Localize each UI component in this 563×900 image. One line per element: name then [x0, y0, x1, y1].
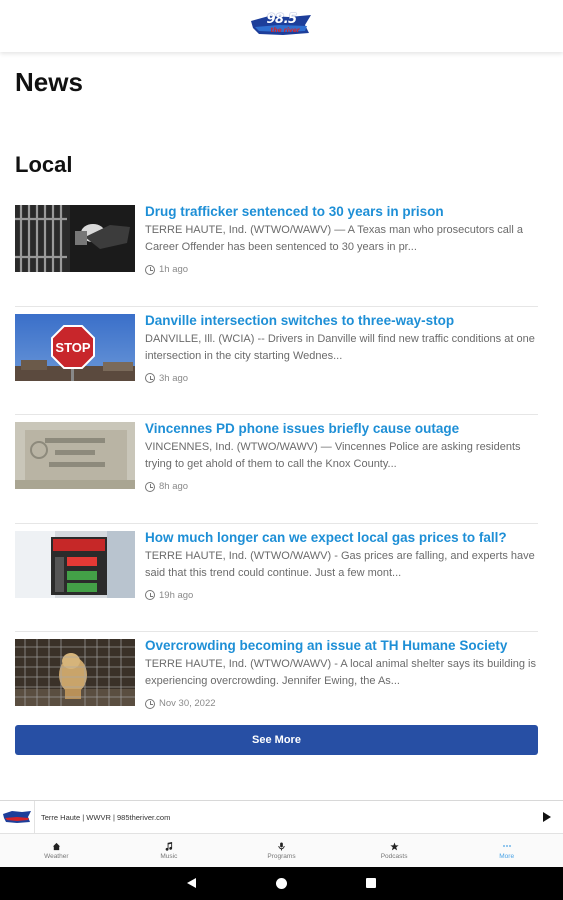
news-timestamp: 1h ago: [145, 264, 188, 275]
clock-icon: [145, 590, 155, 600]
tab-weather[interactable]: Weather: [0, 834, 113, 867]
mini-player[interactable]: Terre Haute | WWVR | 985theriver.com: [0, 800, 563, 834]
tab-more[interactable]: More: [450, 834, 563, 867]
news-item[interactable]: Vincennes PD phone issues briefly cause …: [15, 415, 538, 524]
news-title[interactable]: Overcrowding becoming an issue at TH Hum…: [145, 638, 507, 653]
stop-sign-photo[interactable]: STOP: [15, 313, 135, 381]
logo-shape-icon: [3, 811, 31, 823]
jail-bars-photo[interactable]: [15, 205, 135, 272]
news-item[interactable]: Drug trafficker sentenced to 30 years in…: [15, 198, 538, 307]
news-title[interactable]: Drug trafficker sentenced to 30 years in…: [145, 204, 444, 219]
news-summary: TERRE HAUTE, Ind. (WTWO/WAWV) — A Texas …: [145, 224, 523, 253]
news-title[interactable]: How much longer can we expect local gas …: [145, 530, 507, 545]
recent-apps-icon[interactable]: [366, 878, 376, 888]
dog-in-kennel-photo[interactable]: [15, 639, 135, 706]
system-nav-bar: [0, 867, 563, 900]
timestamp-text: 19h ago: [159, 589, 194, 601]
news-summary: TERRE HAUTE, Ind. (WTWO/WAWV) - A local …: [145, 658, 536, 687]
news-title[interactable]: Vincennes PD phone issues briefly cause …: [145, 421, 459, 436]
news-timestamp: 8h ago: [145, 481, 188, 492]
news-summary: TERRE HAUTE, Ind. (WTWO/WAWV) - Gas pric…: [145, 549, 535, 579]
logo-wordmark: the river: [270, 27, 300, 34]
tab-label: Music: [160, 853, 178, 860]
bottom-tab-bar: Weather Music Programs Podcasts More: [0, 834, 563, 867]
tab-music[interactable]: Music: [113, 834, 226, 867]
clock-icon: [145, 698, 155, 709]
gas-price-sign-photo[interactable]: [15, 530, 135, 598]
timestamp-text: 1h ago: [159, 264, 189, 275]
news-timestamp: 19h ago: [145, 590, 193, 601]
tab-label: Programs: [267, 853, 296, 860]
news-summary: VINCENNES, Ind. (WTWO/WAWV) — Vincennes …: [145, 441, 521, 470]
star-icon: [389, 841, 399, 851]
tab-podcasts[interactable]: Podcasts: [338, 834, 451, 867]
tab-label: Podcasts: [380, 853, 408, 860]
news-timestamp: 3h ago: [145, 373, 188, 384]
see-more-button[interactable]: See More: [15, 725, 538, 755]
music-note-icon: [164, 841, 173, 851]
timestamp-text: 8h ago: [159, 481, 189, 492]
news-item[interactable]: STOP Danville intersection switches to t…: [15, 307, 538, 415]
player-station-logo[interactable]: [0, 800, 35, 834]
section-title: Local: [15, 152, 73, 177]
home-icon: [52, 841, 61, 851]
stop-sign-text: STOP: [55, 340, 90, 355]
home-button-icon[interactable]: [276, 878, 287, 889]
microphone-icon: [277, 841, 286, 851]
news-timestamp: Nov 30, 2022: [145, 698, 216, 709]
player-station-label: Terre Haute | WWVR | 985theriver.com: [41, 812, 171, 822]
tab-label: More: [499, 853, 515, 860]
more-dots-icon: [502, 841, 512, 851]
timestamp-text: Nov 30, 2022: [159, 698, 216, 709]
back-icon[interactable]: [187, 878, 196, 888]
page-title: News: [15, 67, 83, 97]
top-app-bar: 98.5 the river: [0, 0, 563, 52]
clock-icon: [145, 264, 155, 275]
station-logo[interactable]: 98.5 the river: [249, 12, 315, 39]
tab-programs[interactable]: Programs: [225, 834, 338, 867]
news-summary: DANVILLE, Ill. (WCIA) -- Drivers in Danv…: [145, 332, 535, 362]
clock-icon: [145, 373, 155, 383]
play-icon[interactable]: [543, 812, 551, 822]
news-title[interactable]: Danville intersection switches to three-…: [145, 313, 454, 328]
logo-number: 98.5: [266, 12, 298, 27]
timestamp-text: 3h ago: [159, 372, 189, 384]
police-department-sign-photo[interactable]: [15, 422, 135, 489]
tab-label: Weather: [44, 853, 69, 860]
news-list: Drug trafficker sentenced to 30 years in…: [15, 198, 538, 741]
clock-icon: [145, 481, 155, 492]
news-item[interactable]: How much longer can we expect local gas …: [15, 524, 538, 632]
